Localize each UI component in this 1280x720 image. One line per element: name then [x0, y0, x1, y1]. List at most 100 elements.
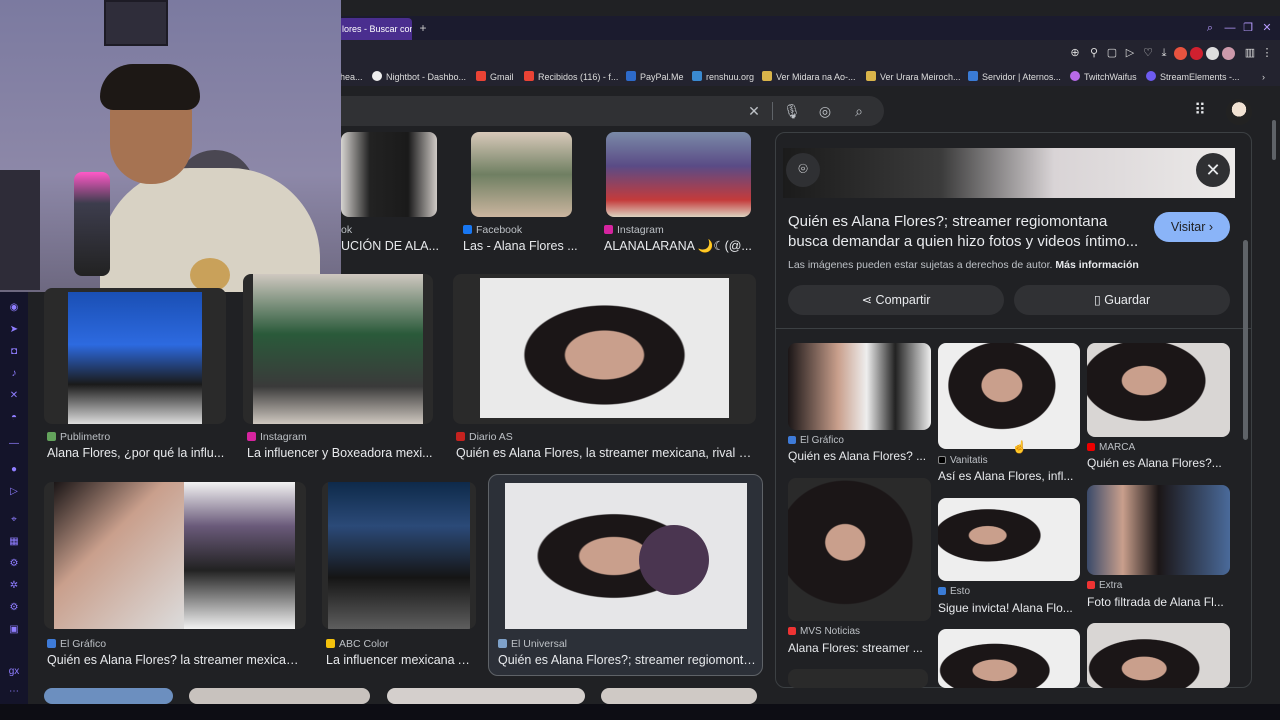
- result-image[interactable]: [601, 688, 757, 704]
- tab-active[interactable]: lores - Buscar con: [338, 18, 412, 40]
- related-title[interactable]: Quién es Alana Flores? ...: [788, 449, 928, 464]
- close-panel-button[interactable]: ✕: [1196, 153, 1230, 187]
- download-icon[interactable]: ⤓: [1157, 46, 1171, 60]
- tools-icon[interactable]: ⚙: [6, 556, 22, 572]
- related-image[interactable]: [788, 669, 928, 688]
- related-title[interactable]: Foto filtrada de Alana Fl...: [1087, 595, 1227, 610]
- result-image[interactable]: [453, 274, 756, 424]
- result-image[interactable]: [189, 688, 370, 704]
- result-image[interactable]: [44, 688, 173, 704]
- bookmark-item[interactable]: renshuu.org: [692, 69, 754, 85]
- discord-icon[interactable]: ◓: [6, 410, 22, 426]
- result-title[interactable]: La influencer mexicana Al...: [326, 652, 476, 668]
- gx-icon[interactable]: gx: [6, 664, 22, 680]
- preview-title[interactable]: Quién es Alana Flores?; streamer regiomo…: [788, 212, 1144, 252]
- result-title[interactable]: La influencer y Boxeadora mexi...: [247, 445, 433, 461]
- bookmark-item[interactable]: PayPal.Me: [626, 69, 684, 85]
- pin-icon[interactable]: ⚲: [1087, 46, 1101, 60]
- profile-avatar-icon[interactable]: [1222, 47, 1235, 60]
- related-image[interactable]: [788, 343, 931, 430]
- history-icon[interactable]: ⌖: [6, 512, 22, 528]
- related-title[interactable]: Sigue invicta! Alana Flo...: [938, 601, 1078, 616]
- wallet-icon[interactable]: ▣: [6, 622, 22, 638]
- new-tab-button[interactable]: +: [416, 20, 430, 36]
- extension-icon[interactable]: [1190, 47, 1203, 60]
- related-image[interactable]: [1087, 623, 1230, 688]
- related-title[interactable]: Así es Alana Flores, infl...: [938, 469, 1078, 484]
- screenshot-icon[interactable]: ▢: [1105, 46, 1119, 60]
- menu-icon[interactable]: ⋮: [1260, 46, 1274, 60]
- tiktok-icon[interactable]: ♪: [6, 366, 22, 382]
- result-title[interactable]: Quién es Alana Flores? la streamer mexic…: [47, 652, 305, 668]
- bookmark-item[interactable]: Nightbot - Dashbo...: [372, 69, 466, 85]
- result-image[interactable]: [44, 288, 226, 424]
- account-avatar[interactable]: [1226, 99, 1252, 125]
- share-button[interactable]: ⋖ Compartir: [788, 285, 1004, 315]
- x-icon[interactable]: ✕: [6, 388, 22, 404]
- lens-search-button[interactable]: ⌾: [786, 153, 820, 187]
- result-image[interactable]: [44, 482, 306, 629]
- related-image[interactable]: [788, 478, 931, 621]
- sidebar-icon[interactable]: ▥: [1243, 46, 1257, 60]
- whatsapp-icon[interactable]: ◉: [6, 300, 22, 316]
- panel-scrollbar[interactable]: [1243, 240, 1248, 440]
- instagram-icon[interactable]: ◘: [6, 344, 22, 360]
- related-image[interactable]: [938, 343, 1080, 449]
- bookmark-item[interactable]: StreamElements -...: [1146, 69, 1240, 85]
- result-source: Diario AS: [456, 431, 513, 444]
- related-image[interactable]: [1087, 343, 1230, 437]
- preview-image[interactable]: [783, 148, 1235, 198]
- apps-grid-icon[interactable]: ⠿: [1190, 101, 1210, 121]
- extensions-puzzle-icon[interactable]: [1206, 47, 1219, 60]
- result-title[interactable]: Quién es Alana Flores?; streamer regiomo…: [498, 652, 756, 668]
- more-icon[interactable]: ⋯: [6, 684, 22, 700]
- search-icon[interactable]: ⌕: [849, 101, 869, 121]
- bookmark-item[interactable]: Servidor | Aternos...: [968, 69, 1061, 85]
- result-image[interactable]: [387, 688, 585, 704]
- bookmark-item[interactable]: Ver Urara Meiroch...: [866, 69, 961, 85]
- bookmark-item[interactable]: Gmail: [476, 69, 514, 85]
- extensions-icon[interactable]: ✲: [6, 578, 22, 594]
- clear-search-icon[interactable]: ✕: [744, 101, 764, 121]
- maximize-icon[interactable]: ❐: [1240, 20, 1256, 36]
- result-title[interactable]: Quién es Alana Flores, la streamer mexic…: [456, 445, 756, 461]
- search-tabs-icon[interactable]: ⌕: [1202, 20, 1218, 36]
- more-info-link[interactable]: Más información: [1055, 259, 1138, 271]
- result-title[interactable]: ALANALARANA 🌙☾(@...: [604, 238, 754, 254]
- close-window-icon[interactable]: ✕: [1259, 20, 1275, 36]
- result-title[interactable]: Las - Alana Flores ...: [463, 238, 583, 254]
- result-image[interactable]: [606, 132, 751, 217]
- visit-button[interactable]: Visitar ›: [1154, 212, 1230, 242]
- result-image[interactable]: [322, 482, 476, 629]
- telegram-icon[interactable]: ➤: [6, 322, 22, 338]
- send-icon[interactable]: ▷: [6, 484, 22, 500]
- result-image[interactable]: [243, 274, 433, 424]
- bookmark-item[interactable]: hea...: [340, 69, 363, 85]
- bookmarks-overflow-icon[interactable]: ›: [1262, 69, 1265, 85]
- minimize-icon[interactable]: —: [1222, 20, 1238, 36]
- settings-icon[interactable]: ⚙: [6, 600, 22, 616]
- result-source: Instagram: [604, 224, 664, 237]
- related-title[interactable]: Quién es Alana Flores?...: [1087, 456, 1227, 471]
- lens-icon[interactable]: ◎: [815, 101, 835, 121]
- play-icon[interactable]: ▷: [1123, 46, 1137, 60]
- microphone-icon[interactable]: 🎙: [782, 101, 802, 121]
- heart-icon[interactable]: ♡: [1141, 46, 1155, 60]
- save-button[interactable]: ▯ Guardar: [1014, 285, 1230, 315]
- bookmark-item[interactable]: Ver Midara na Ao-...: [762, 69, 856, 85]
- result-title[interactable]: Alana Flores, ¿por qué la influ...: [47, 445, 227, 461]
- result-image[interactable]: [471, 132, 572, 217]
- related-title[interactable]: Alana Flores: streamer ...: [788, 641, 928, 656]
- bookmark-item[interactable]: Recibidos (116) - f...: [524, 69, 618, 85]
- related-image[interactable]: [938, 629, 1080, 688]
- collections-icon[interactable]: ▦: [6, 534, 22, 550]
- result-title[interactable]: UCIÓN DE ALA...: [341, 238, 441, 254]
- messenger-icon[interactable]: ●: [6, 462, 22, 478]
- related-image[interactable]: [938, 498, 1080, 581]
- extension-icon[interactable]: [1174, 47, 1187, 60]
- bookmark-item[interactable]: TwitchWaifus: [1070, 69, 1137, 85]
- result-image[interactable]: [341, 132, 437, 217]
- page-scrollbar[interactable]: [1272, 120, 1276, 160]
- zoom-icon[interactable]: ⊕: [1068, 46, 1082, 60]
- related-image[interactable]: [1087, 485, 1230, 575]
